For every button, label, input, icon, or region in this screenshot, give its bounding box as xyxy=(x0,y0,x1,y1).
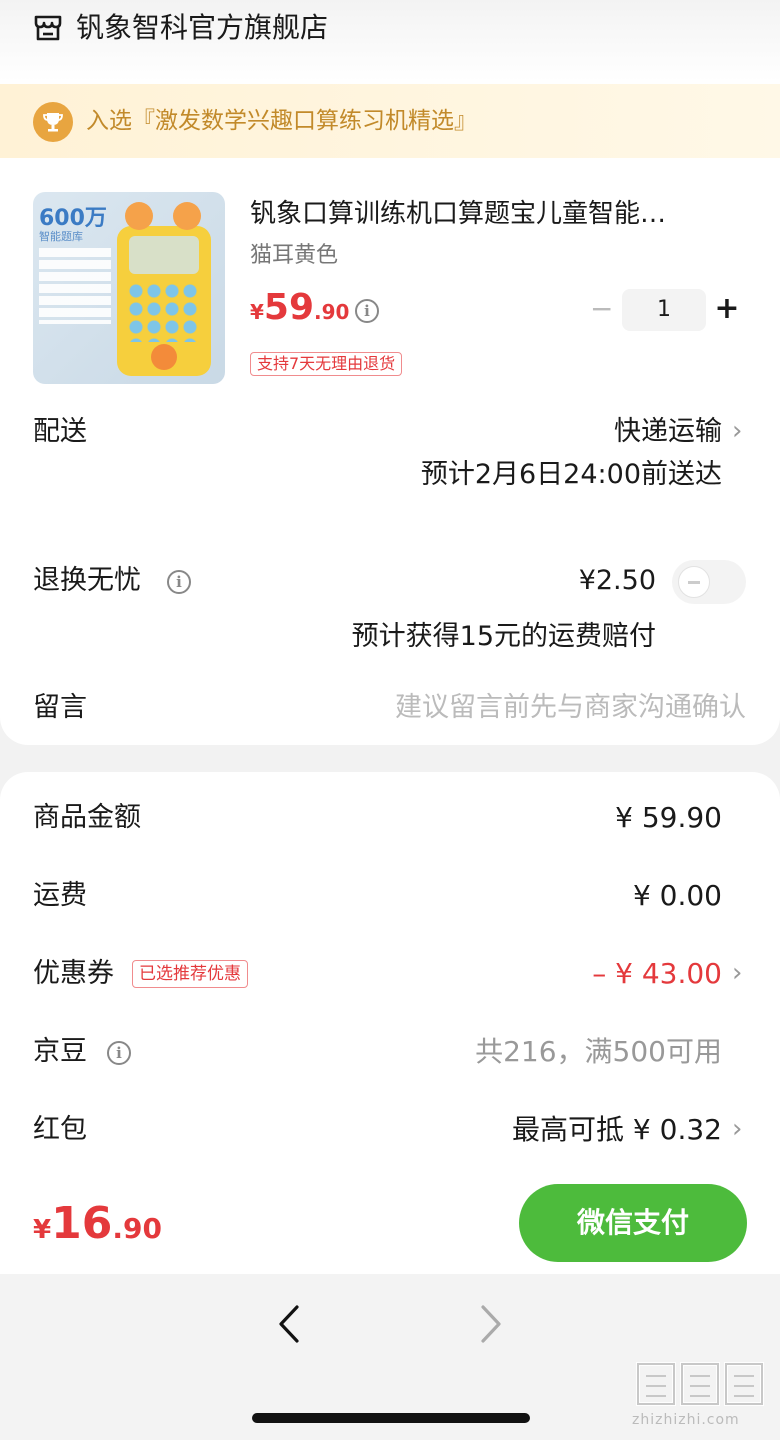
shipping-fee-label: 运费 xyxy=(33,880,87,911)
promo-text[interactable]: 入选『激发数学兴趣口算练习机精选』 xyxy=(86,102,477,140)
home-indicator[interactable] xyxy=(252,1413,530,1423)
total-integer: 16 xyxy=(51,1198,113,1249)
shipping-fee-value: ¥ 0.00 xyxy=(632,879,722,912)
message-label: 留言 xyxy=(33,692,87,723)
message-input[interactable]: 建议留言前先与商家沟通确认 xyxy=(395,688,746,728)
price-decimal: .90 xyxy=(314,300,350,324)
return-insurance-note: 预计获得15元的运费赔付 xyxy=(351,621,656,652)
product-title[interactable]: 钒象口算训练机口算题宝儿童智能… xyxy=(250,194,740,234)
watermark-logo xyxy=(630,1356,770,1412)
return-policy-badge: 支持7天无理由退货 xyxy=(250,352,403,376)
total-price: ¥16.90 xyxy=(33,1196,162,1261)
price-symbol: ¥ xyxy=(250,300,264,324)
coupon-value[interactable]: – ¥ 43.00 xyxy=(592,954,722,994)
jd-beans-value: 共216，满500可用 xyxy=(475,1035,722,1068)
coupon-label: 优惠券 xyxy=(33,958,114,989)
coupon-tag: 已选推荐优惠 xyxy=(132,960,248,988)
chevron-right-icon[interactable]: › xyxy=(732,953,742,993)
return-insurance-toggle[interactable] xyxy=(672,560,746,604)
product-variant[interactable]: 猫耳黄色 xyxy=(250,240,338,272)
product-image-ok-key xyxy=(151,344,177,370)
goods-amount-label: 商品金额 xyxy=(33,802,141,833)
product-image-subtext: 智能题库 xyxy=(39,230,83,243)
wechat-pay-button[interactable]: 微信支付 xyxy=(519,1184,747,1262)
store-name[interactable]: 钒象智科官方旗舰店 xyxy=(76,8,328,48)
return-insurance-label: 退换无忧 xyxy=(33,565,141,596)
total-symbol: ¥ xyxy=(33,1215,52,1245)
quantity-input[interactable]: 1 xyxy=(622,289,706,331)
product-image-screen xyxy=(129,236,199,274)
quantity-increase-button[interactable]: + xyxy=(714,292,740,326)
goods-amount-value: ¥ 59.90 xyxy=(615,801,722,834)
return-insurance-price: ¥2.50 xyxy=(578,565,656,596)
price-integer: 59 xyxy=(263,287,315,328)
trophy-icon xyxy=(33,102,73,142)
product-image[interactable]: 600万 智能题库 xyxy=(33,192,225,384)
chevron-right-icon[interactable]: › xyxy=(732,411,742,451)
info-icon[interactable]: i xyxy=(107,1041,131,1065)
jd-beans-label: 京豆 xyxy=(33,1036,87,1067)
product-image-keypad xyxy=(127,282,201,342)
red-packet-label: 红包 xyxy=(33,1114,87,1145)
watermark-text: zhizhizhi.com xyxy=(632,1412,740,1428)
product-image-feature-list xyxy=(39,248,111,324)
product-image-ear xyxy=(125,202,153,230)
delivery-eta: 预计2月6日24:00前送达 xyxy=(420,459,722,490)
red-packet-value[interactable]: 最高可抵 ¥ 0.32 xyxy=(512,1110,722,1150)
store-icon xyxy=(33,14,63,42)
forward-arrow-icon[interactable] xyxy=(470,1298,510,1350)
total-decimal: .90 xyxy=(112,1212,162,1245)
info-icon[interactable]: i xyxy=(167,570,191,594)
delivery-label: 配送 xyxy=(33,416,87,447)
product-image-device xyxy=(117,202,211,376)
product-price: ¥59.90 xyxy=(250,284,349,338)
chevron-right-icon[interactable]: › xyxy=(732,1109,742,1149)
toggle-knob xyxy=(678,566,710,598)
quantity-decrease-button[interactable]: − xyxy=(590,294,613,324)
price-info-icon[interactable]: i xyxy=(355,299,379,323)
back-arrow-icon[interactable] xyxy=(270,1298,310,1350)
delivery-method[interactable]: 快递运输 xyxy=(614,412,722,452)
product-image-ear xyxy=(173,202,201,230)
